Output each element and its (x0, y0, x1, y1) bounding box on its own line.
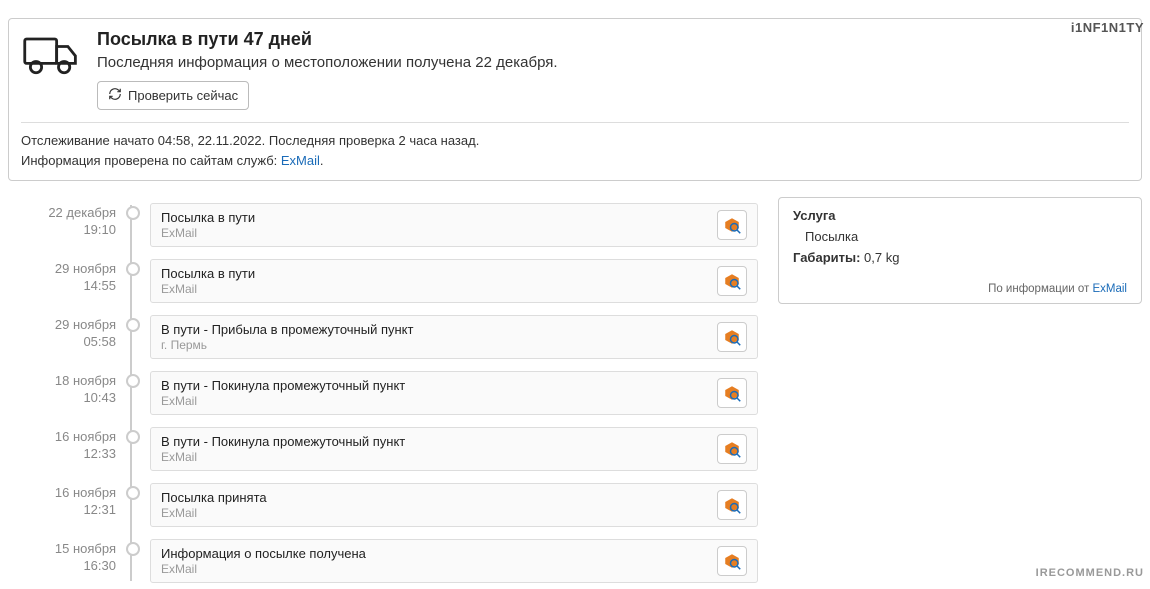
timeline-title: В пути - Покинула промежуточный пункт (161, 378, 707, 393)
timeline-sub: г. Пермь (161, 338, 707, 352)
timeline-title: Посылка в пути (161, 210, 707, 225)
timeline-dot-icon (126, 486, 140, 500)
timeline-dot-icon (126, 542, 140, 556)
meta-line-1: Отслеживание начато 04:58, 22.11.2022. П… (21, 131, 1129, 151)
timeline: 22 декабря 19:10 Посылка в пути ExMail 2… (8, 197, 758, 589)
timeline-date: 22 декабря 19:10 (8, 203, 116, 239)
meta-line-2-suffix: . (320, 153, 324, 168)
magnify-button[interactable] (717, 490, 747, 520)
refresh-icon (108, 87, 122, 104)
timeline-date: 18 ноября 10:43 (8, 371, 116, 407)
meta-line-2-prefix: Информация проверена по сайтам служб: (21, 153, 281, 168)
magnify-button[interactable] (717, 322, 747, 352)
timeline-title: Посылка в пути (161, 266, 707, 281)
timeline-body: В пути - Покинула промежуточный пункт Ex… (150, 427, 758, 471)
timeline-sub: ExMail (161, 450, 707, 464)
timeline-item: 22 декабря 19:10 Посылка в пути ExMail (8, 197, 758, 253)
truck-icon (21, 29, 81, 82)
timeline-body: Посылка принята ExMail (150, 483, 758, 527)
timeline-sub: ExMail (161, 562, 707, 576)
side-footer-link[interactable]: ExMail (1092, 283, 1127, 295)
magnify-button[interactable] (717, 210, 747, 240)
timeline-sub: ExMail (161, 282, 707, 296)
watermark-top: i1NF1N1TY (1071, 20, 1144, 35)
timeline-title: Информация о посылке получена (161, 546, 707, 561)
magnify-button[interactable] (717, 546, 747, 576)
magnify-button[interactable] (717, 434, 747, 464)
timeline-item: 15 ноября 16:30 Информация о посылке пол… (8, 533, 758, 589)
service-value: Посылка (805, 229, 1127, 244)
service-link[interactable]: ExMail (281, 153, 320, 168)
status-subtitle: Последняя информация о местоположении по… (97, 54, 1129, 71)
timeline-date: 16 ноября 12:31 (8, 483, 116, 519)
timeline-body: В пути - Покинула промежуточный пункт Ex… (150, 371, 758, 415)
side-card: Услуга Посылка Габариты: 0,7 kg По инфор… (778, 197, 1142, 304)
timeline-title: Посылка принята (161, 490, 707, 505)
magnify-button[interactable] (717, 266, 747, 296)
timeline-dot-icon (126, 374, 140, 388)
side-footer-prefix: По информации от (988, 283, 1092, 295)
timeline-date: 15 ноября 16:30 (8, 539, 116, 575)
status-meta: Отслеживание начато 04:58, 22.11.2022. П… (21, 122, 1129, 170)
timeline-body: Информация о посылке получена ExMail (150, 539, 758, 583)
status-title: Посылка в пути 47 дней (97, 29, 1129, 50)
refresh-label: Проверить сейчас (128, 88, 238, 103)
refresh-button[interactable]: Проверить сейчас (97, 81, 249, 110)
timeline-date: 16 ноября 12:33 (8, 427, 116, 463)
timeline-dot-icon (126, 206, 140, 220)
timeline-body: Посылка в пути ExMail (150, 203, 758, 247)
timeline-date: 29 ноября 05:58 (8, 315, 116, 351)
timeline-body: В пути - Прибыла в промежуточный пункт г… (150, 315, 758, 359)
timeline-title: В пути - Прибыла в промежуточный пункт (161, 322, 707, 337)
magnify-button[interactable] (717, 378, 747, 408)
watermark-bottom: IRECOMMEND.RU (1036, 567, 1144, 579)
timeline-item: 29 ноября 14:55 Посылка в пути ExMail (8, 253, 758, 309)
timeline-item: 29 ноября 05:58 В пути - Прибыла в проме… (8, 309, 758, 365)
dims-value: 0,7 kg (864, 250, 899, 265)
timeline-dot-icon (126, 318, 140, 332)
timeline-title: В пути - Покинула промежуточный пункт (161, 434, 707, 449)
dims-label: Габариты: (793, 250, 860, 265)
timeline-sub: ExMail (161, 506, 707, 520)
timeline-sub: ExMail (161, 226, 707, 240)
timeline-item: 18 ноября 10:43 В пути - Покинула промеж… (8, 365, 758, 421)
status-card: Посылка в пути 47 дней Последняя информа… (8, 18, 1142, 181)
timeline-dot-icon (126, 430, 140, 444)
timeline-date: 29 ноября 14:55 (8, 259, 116, 295)
timeline-item: 16 ноября 12:31 Посылка принята ExMail (8, 477, 758, 533)
timeline-dot-icon (126, 262, 140, 276)
timeline-body: Посылка в пути ExMail (150, 259, 758, 303)
service-label: Услуга (793, 208, 835, 223)
timeline-item: 16 ноября 12:33 В пути - Покинула промеж… (8, 421, 758, 477)
timeline-sub: ExMail (161, 394, 707, 408)
